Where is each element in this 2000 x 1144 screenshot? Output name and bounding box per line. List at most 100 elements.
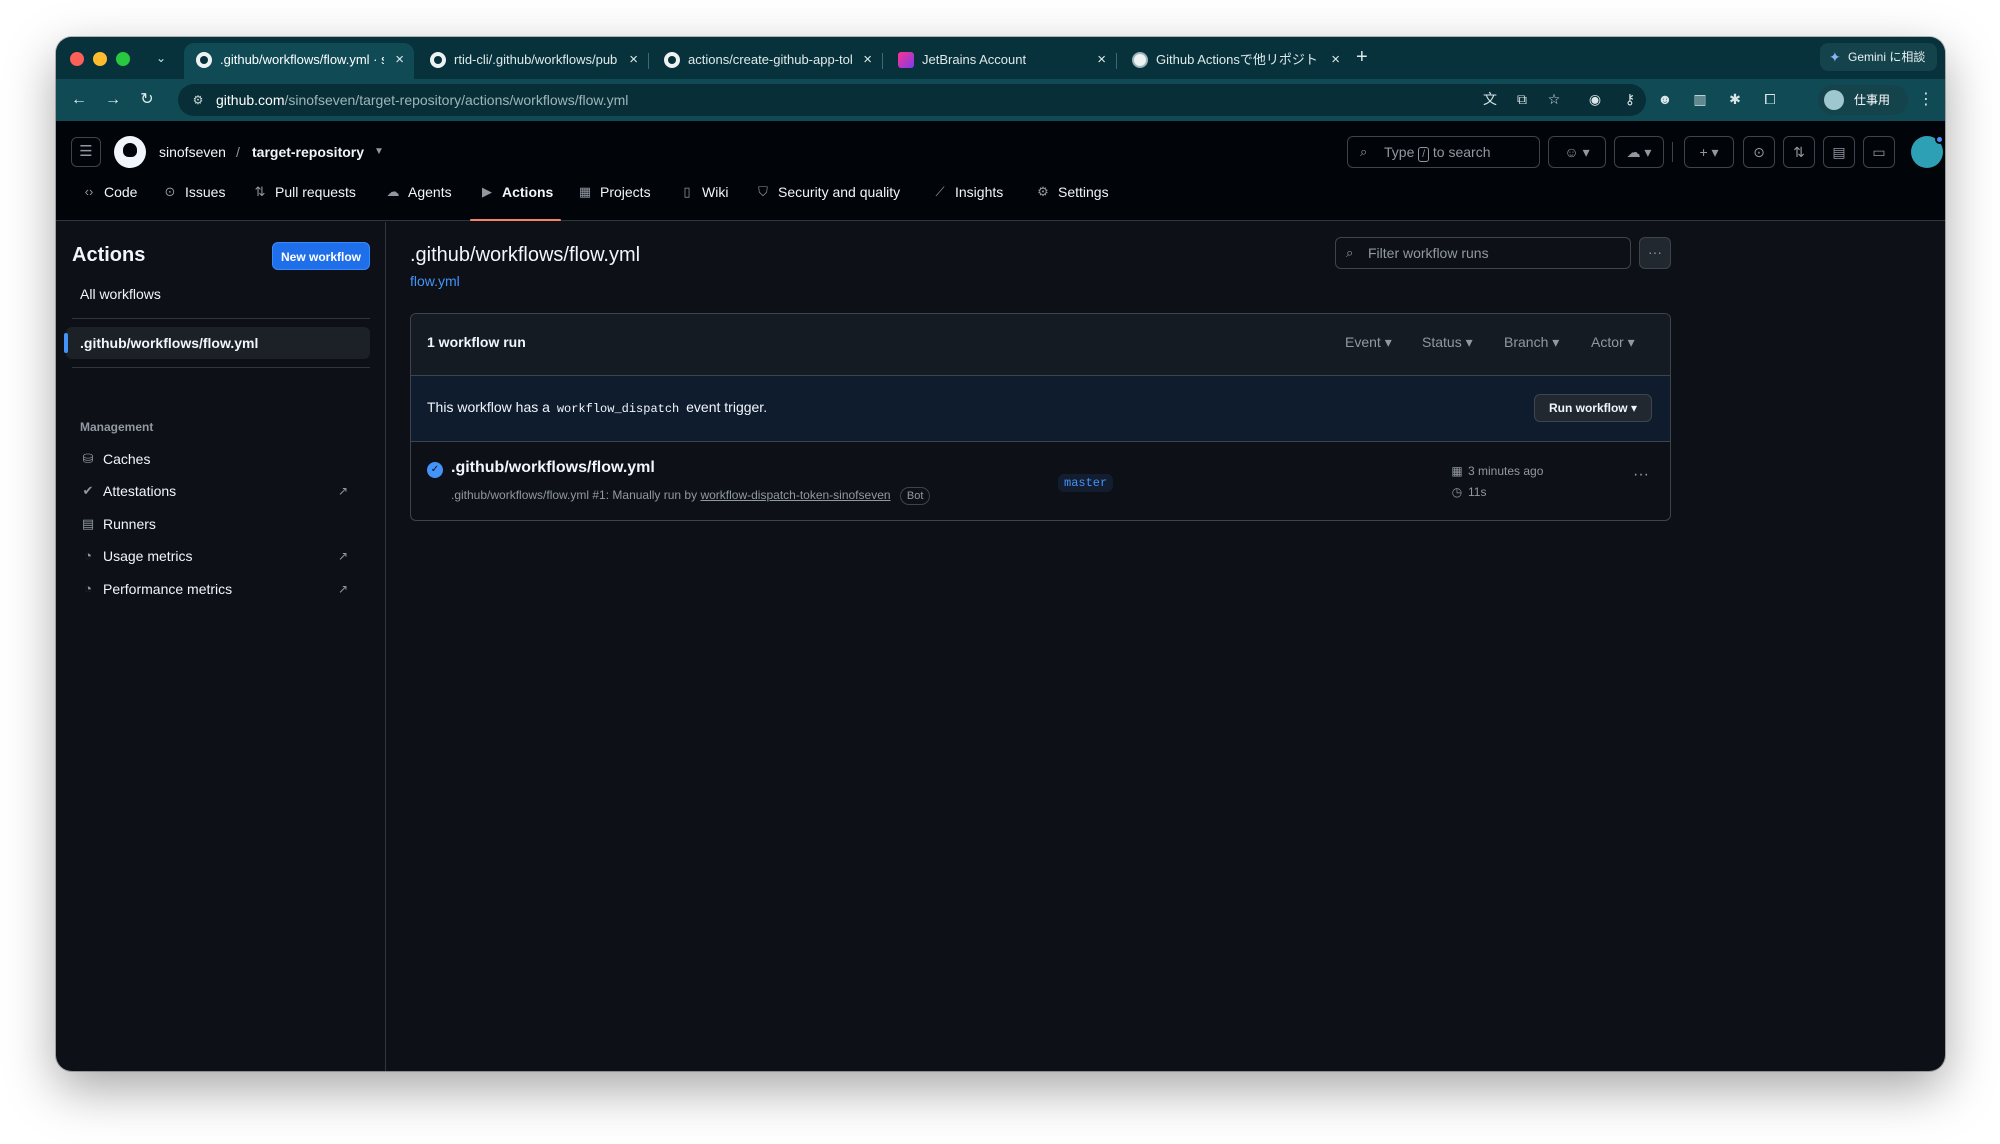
chevron-down-icon[interactable]: ▼ — [374, 140, 384, 164]
badge-extension-icon[interactable]: ✱ — [1724, 88, 1746, 110]
sidebar-item-all-workflows[interactable]: All workflows — [80, 286, 161, 302]
run-actor-link[interactable]: workflow-dispatch-token-sinofseven — [700, 488, 890, 502]
sidebar-item-label: Attestations — [103, 483, 177, 499]
password-manager-icon[interactable]: ◉ — [1584, 88, 1606, 110]
caret-down-icon: ▾ — [1627, 334, 1635, 350]
branch-label[interactable]: master — [1058, 474, 1114, 492]
event-filter-dropdown[interactable]: Event ▾ — [1345, 334, 1392, 351]
close-window-button[interactable] — [70, 52, 84, 66]
run-title[interactable]: .github/workflows/flow.yml — [451, 459, 655, 477]
tab-wiki[interactable]: ▯ Wiki — [678, 177, 728, 221]
tab-pull-requests[interactable]: ⇅ Pull requests — [251, 177, 356, 221]
cloud-button[interactable]: ☁ ▾ — [1614, 136, 1664, 168]
divider — [72, 367, 370, 368]
tab-insights[interactable]: ⟋ Insights — [931, 177, 1003, 221]
global-search-input[interactable]: ⌕ Type / to search — [1347, 136, 1540, 168]
robot-extension-icon[interactable]: ☻ — [1654, 88, 1676, 110]
user-avatar[interactable] — [1911, 135, 1944, 168]
profile-button[interactable]: 仕事用 — [1818, 85, 1908, 115]
sidebar-item-performance-metrics[interactable]: ◔ Performance metrics ↗ — [80, 575, 370, 603]
extensions-puzzle-icon[interactable]: ⧠ — [1759, 88, 1781, 110]
tab-label: Actions — [502, 184, 554, 200]
tab-actions[interactable]: ▶ Actions — [469, 177, 562, 221]
sidebar-title: Actions — [72, 244, 146, 266]
calendar-icon: ▦ — [1451, 464, 1463, 478]
pull-requests-button[interactable]: ⇅ — [1783, 136, 1815, 168]
graph-icon: ⟋ — [935, 184, 945, 199]
minimize-window-button[interactable] — [93, 52, 107, 66]
address-bar[interactable]: ⚙ github.com/sinofseven/target-repositor… — [178, 84, 1646, 116]
tab-search-chevron-icon[interactable]: ⌄ — [150, 47, 172, 69]
inbox-button[interactable]: ▭ — [1863, 136, 1895, 168]
bookmark-star-icon[interactable]: ☆ — [1543, 88, 1565, 110]
install-app-icon[interactable]: ⧉ — [1511, 88, 1533, 110]
sidebar-item-selected-workflow[interactable]: .github/workflows/flow.yml — [64, 327, 370, 359]
reload-icon[interactable]: ↻ — [136, 89, 158, 111]
search-prefix: Type — [1384, 144, 1415, 160]
github-icon — [664, 52, 680, 68]
issues-button[interactable]: ⊙ — [1743, 136, 1775, 168]
workflow-runs-box: 1 workflow run Event ▾ Status ▾ Branch ▾… — [410, 313, 1671, 521]
close-icon[interactable]: × — [1097, 43, 1106, 77]
browser-tab[interactable]: rtid-cli/.github/workflows/publish.yml × — [418, 43, 648, 79]
new-tab-plus-icon[interactable]: + — [1356, 45, 1368, 69]
actor-filter-dropdown[interactable]: Actor ▾ — [1591, 334, 1635, 351]
tab-issues[interactable]: ⊙ Issues — [161, 177, 226, 221]
tab-security[interactable]: ⛉ Security and quality — [754, 177, 900, 221]
browser-tab[interactable]: Github Actionsで他リポジトリのワークフローを実行 × — [1120, 43, 1350, 79]
branch-filter-dropdown[interactable]: Branch ▾ — [1504, 334, 1559, 351]
issue-icon: ⊙ — [1753, 144, 1765, 160]
browser-tab[interactable]: actions/create-github-app-token × — [652, 43, 882, 79]
workflow-file-link[interactable]: flow.yml — [410, 273, 460, 289]
browser-tab[interactable]: JetBrains Account × — [886, 43, 1116, 79]
run-workflow-button[interactable]: Run workflow ▾ — [1534, 394, 1652, 422]
divider — [72, 318, 370, 319]
table-row[interactable]: ✓ .github/workflows/flow.yml .github/wor… — [411, 442, 1670, 520]
github-logo-icon[interactable] — [114, 136, 146, 168]
search-shortcut-key: / — [1418, 147, 1430, 162]
sidebar-item-caches[interactable]: ⛁ Caches — [80, 445, 370, 473]
browser-menu-icon[interactable]: ⋮ — [1918, 89, 1934, 109]
back-arrow-icon[interactable]: ← — [68, 89, 90, 111]
sidebar-item-attestations[interactable]: ✔ Attestations ↗ — [80, 477, 370, 505]
tab-divider — [648, 53, 649, 69]
filter-runs-input[interactable]: ⌕ Filter workflow runs — [1335, 237, 1631, 269]
breadcrumb-owner[interactable]: sinofseven — [159, 140, 226, 164]
browser-tab-active[interactable]: .github/workflows/flow.yml · sinofseven/… — [184, 43, 414, 79]
new-workflow-button[interactable]: New workflow — [272, 242, 370, 270]
copilot-button[interactable]: ☺ ▾ — [1548, 136, 1606, 168]
sidebar-item-usage-metrics[interactable]: ◔ Usage metrics ↗ — [80, 542, 370, 570]
tab-settings[interactable]: ⚙ Settings — [1034, 177, 1108, 221]
sidebar-item-label: Performance metrics — [103, 581, 233, 597]
trash-extension-icon[interactable]: ▥ — [1689, 88, 1711, 110]
forward-arrow-icon[interactable]: → — [102, 89, 124, 111]
status-filter-dropdown[interactable]: Status ▾ — [1422, 334, 1473, 351]
check-circle-icon: ✓ — [427, 462, 443, 478]
close-icon[interactable]: × — [863, 43, 872, 77]
browser-toolbar: ← → ↻ ⚙ github.com/sinofseven/target-rep… — [56, 79, 1945, 121]
close-icon[interactable]: × — [395, 43, 404, 77]
pull-request-icon: ⇅ — [254, 184, 266, 199]
key-extension-icon[interactable]: ⚷ — [1619, 88, 1641, 110]
tab-code[interactable]: ‹› Code — [80, 177, 138, 221]
more-options-icon[interactable]: ··· — [1639, 237, 1671, 269]
site-settings-icon[interactable]: ⚙ — [190, 92, 206, 108]
tab-agents[interactable]: ☁ Agents — [384, 177, 452, 221]
gemini-label: Gemini に相談 — [1848, 50, 1926, 64]
tab-projects[interactable]: ▦ Projects — [576, 177, 651, 221]
repositories-button[interactable]: ▤ — [1823, 136, 1855, 168]
zoom-window-button[interactable] — [116, 52, 130, 66]
close-icon[interactable]: × — [1331, 43, 1340, 77]
create-new-button[interactable]: + ▾ — [1684, 136, 1734, 168]
gemini-button[interactable]: ✦ Gemini に相談 — [1820, 43, 1938, 71]
close-icon[interactable]: × — [629, 43, 638, 77]
url-text[interactable]: github.com/sinofseven/target-repository/… — [216, 84, 628, 116]
translate-icon[interactable]: 文 — [1479, 88, 1501, 110]
sidebar-item-runners[interactable]: ▤ Runners — [80, 510, 370, 538]
copilot-icon: ☺ — [1564, 144, 1579, 160]
tab-divider — [1116, 53, 1117, 69]
hamburger-menu-icon[interactable]: ☰ — [71, 137, 101, 167]
database-icon: ⛁ — [82, 451, 94, 466]
breadcrumb-repo[interactable]: target-repository — [252, 140, 364, 164]
kebab-menu-icon[interactable]: ··· — [1633, 466, 1649, 484]
